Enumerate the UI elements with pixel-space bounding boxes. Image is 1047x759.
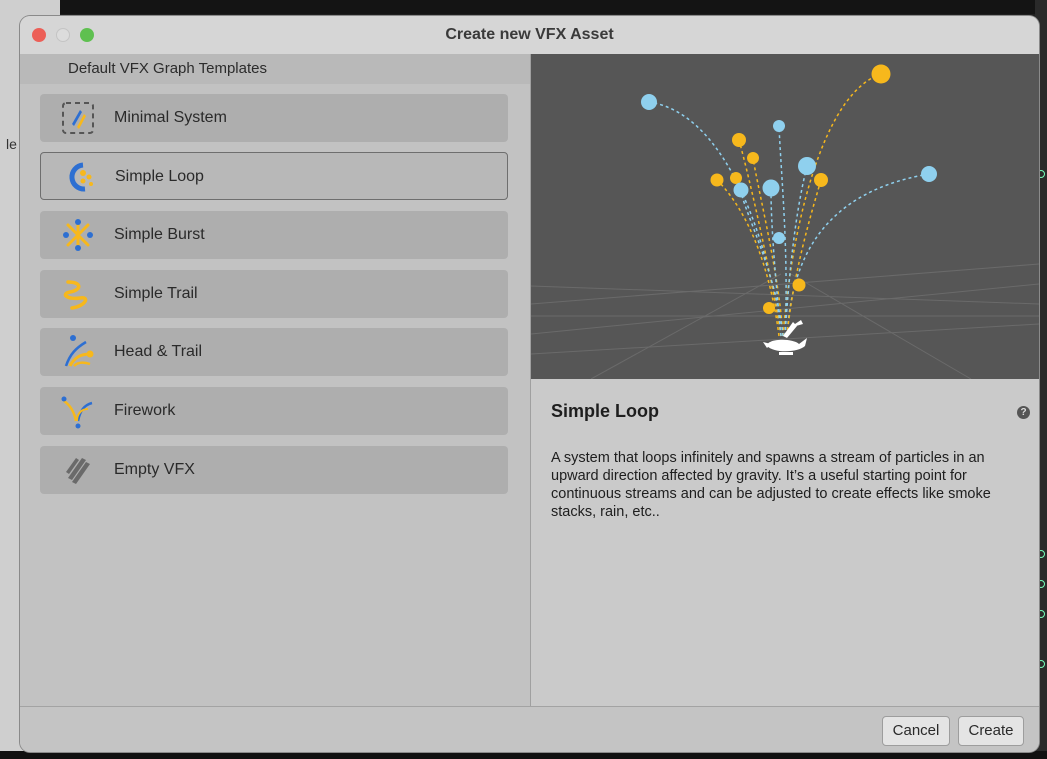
template-empty-vfx[interactable]: Empty VFX <box>40 446 508 494</box>
simple-trail-icon <box>63 280 88 310</box>
template-details-title: Simple Loop <box>551 401 659 421</box>
particle-yellow <box>730 172 742 184</box>
particle-yellow <box>814 173 828 187</box>
template-list-panel: Default VFX Graph Templates Minimal Syst… <box>20 54 531 706</box>
particle-blue <box>641 94 657 110</box>
template-head-and-trail[interactable]: Head & Trail <box>40 328 508 376</box>
dialog-footer: Cancel Create <box>20 706 1039 752</box>
head-and-trail-icon <box>64 335 94 367</box>
title-bar[interactable]: Create new VFX Asset <box>20 16 1039 55</box>
template-description: A system that loops infinitely and spawn… <box>551 450 991 520</box>
particle-yellow <box>710 173 724 187</box>
empty-vfx-icon <box>66 458 90 484</box>
template-minimal-system[interactable]: Minimal System <box>40 94 508 142</box>
particle-preview-illustration <box>531 64 1039 379</box>
template-simple-trail[interactable]: Simple Trail <box>40 270 508 318</box>
particle-blue <box>773 232 785 244</box>
template-firework[interactable]: Firework <box>40 387 508 435</box>
template-label: Simple Trail <box>114 285 198 302</box>
particle-yellow <box>763 302 775 314</box>
template-simple-burst[interactable]: Simple Burst <box>40 211 508 259</box>
background-stray-text: le <box>6 136 17 152</box>
simple-loop-icon <box>69 162 93 192</box>
particle-yellow <box>871 64 891 84</box>
genie-lamp-icon <box>763 320 807 355</box>
template-label: Minimal System <box>114 109 227 126</box>
template-label: Simple Loop <box>115 168 204 185</box>
simple-burst-icon <box>63 219 93 251</box>
firework-icon <box>61 396 93 429</box>
create-vfx-dialog: Create new VFX Asset Default VFX Graph T… <box>20 16 1039 752</box>
particle-blue <box>798 157 816 175</box>
help-icon[interactable]: ? <box>1017 406 1030 419</box>
template-label: Firework <box>114 402 176 419</box>
template-section-header: Default VFX Graph Templates <box>20 54 530 84</box>
window-title: Create new VFX Asset <box>445 26 614 43</box>
template-details-panel: Simple Loop ? A system that loops infini… <box>531 54 1039 706</box>
background-editor-top <box>60 0 1047 14</box>
particle-yellow <box>792 278 806 292</box>
template-preview <box>531 54 1039 379</box>
particle-yellow <box>747 152 759 164</box>
template-label: Head & Trail <box>114 343 203 360</box>
particle-blue <box>921 166 937 182</box>
particle-blue <box>733 182 749 198</box>
template-label: Simple Burst <box>114 226 205 243</box>
minimal-system-icon <box>62 102 94 134</box>
template-label: Empty VFX <box>114 461 195 478</box>
cancel-button[interactable]: Cancel <box>882 716 950 746</box>
particle-blue <box>773 120 785 132</box>
particle-blue <box>762 179 780 197</box>
template-simple-loop[interactable]: Simple Loop <box>40 152 508 200</box>
background-editor-bottom <box>0 751 1047 759</box>
create-button[interactable]: Create <box>958 716 1024 746</box>
particle-yellow <box>732 133 746 147</box>
